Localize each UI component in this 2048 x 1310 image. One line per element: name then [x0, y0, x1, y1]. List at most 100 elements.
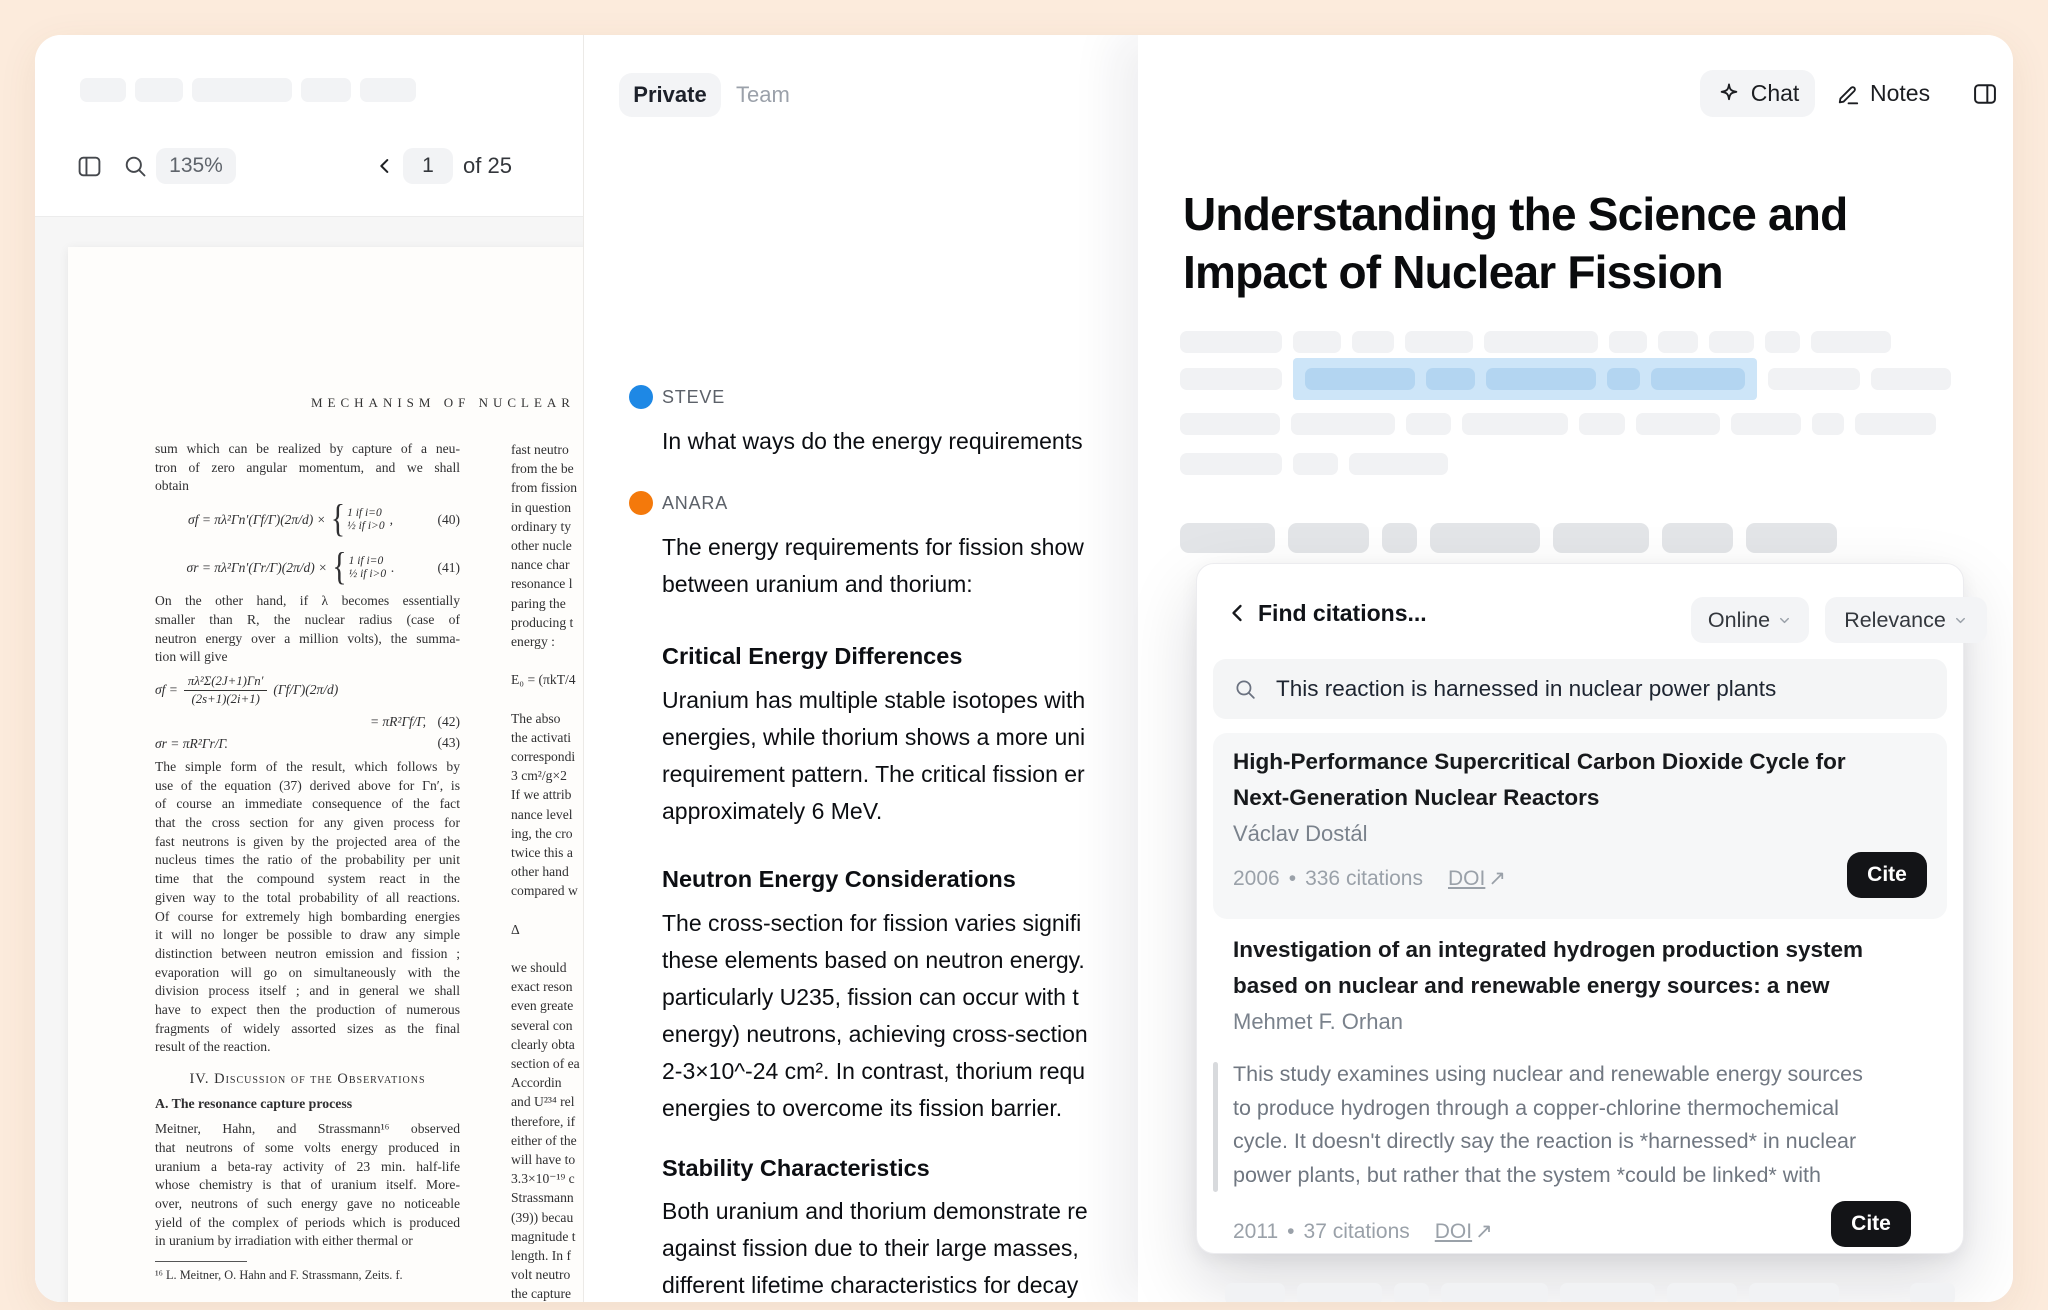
chat-section-body: Uranium has multiple stable isotopes wit… — [662, 682, 1139, 830]
citation-year: 2006 — [1233, 867, 1280, 891]
skeleton-pill — [1658, 331, 1698, 353]
highlighted-skeleton-pill — [1305, 368, 1415, 390]
quote-bar — [1213, 1062, 1218, 1192]
skeleton-pill — [1180, 368, 1282, 390]
citation-meta: 2006 • 336 citations DOI↗ — [1233, 866, 1506, 891]
skeleton-pill — [1609, 331, 1647, 353]
paper-paragraph: sum which can be realized by capture of … — [155, 440, 460, 496]
popup-back-button[interactable] — [1223, 598, 1253, 628]
skeleton-pill — [1180, 331, 1282, 353]
paper-equation-42-result: = πR²Γf/Γ, (42) — [155, 714, 460, 736]
paper-subsection-heading: A. The resonance capture process — [155, 1096, 460, 1112]
pdf-search-button[interactable] — [119, 150, 151, 182]
skeleton-pill — [1293, 453, 1338, 475]
notes-button[interactable]: Notes — [1835, 70, 1930, 117]
skeleton-pill — [1297, 1283, 1382, 1302]
skeleton-chip — [1180, 523, 1275, 553]
skeleton-pill — [80, 78, 126, 102]
skeleton-pill — [1910, 1283, 1955, 1302]
highlighted-skeleton-pill — [1426, 368, 1475, 390]
skeleton-pill — [1484, 331, 1598, 353]
page-number-value: 1 — [422, 154, 434, 178]
paper-page: MECHANISM OF NUCLEAR sum which can be re… — [68, 247, 583, 1302]
skeleton-pill — [1812, 413, 1844, 435]
prev-page-button[interactable] — [371, 152, 399, 180]
skeleton-pill — [1731, 413, 1801, 435]
chat-button-label: Chat — [1751, 80, 1800, 107]
paper-paragraph: The simple form of the result, which fol… — [155, 758, 460, 1057]
zoom-level-control[interactable]: 135% — [156, 148, 236, 184]
skeleton-pill — [1667, 1283, 1737, 1302]
page-number-input[interactable]: 1 — [403, 148, 453, 184]
highlighted-skeleton-pill — [1486, 368, 1596, 390]
zoom-level-value: 135% — [169, 154, 223, 178]
tab-team[interactable]: Team — [736, 73, 790, 117]
doc-skeleton-row — [1180, 368, 1951, 390]
assistant-avatar-dot — [629, 491, 653, 515]
skeleton-chip — [1553, 523, 1649, 553]
tab-private[interactable]: Private — [619, 73, 721, 117]
text-highlight[interactable] — [1293, 358, 1757, 400]
paper-paragraph: Meitner, Hahn, and Strassmann¹⁶ observed… — [155, 1120, 460, 1251]
skeleton-pill — [1636, 413, 1720, 435]
citation-author: Mehmet F. Orhan — [1233, 1004, 1933, 1040]
skeleton-chip — [1746, 523, 1837, 553]
source-filter-dropdown[interactable]: Online — [1691, 597, 1809, 643]
cite-button[interactable]: Cite — [1831, 1201, 1911, 1247]
citation-search-field[interactable] — [1213, 659, 1947, 719]
skeleton-pill — [135, 78, 183, 102]
doc-skeleton-row — [1910, 1283, 1955, 1302]
skeleton-pill — [360, 78, 416, 102]
skeleton-pill — [1352, 331, 1394, 353]
citation-title: Investigation of an integrated hydrogen … — [1233, 932, 1933, 968]
paper-equation-41: σr = πλ²Γn′(Γr/Γ)(2π/d) × { 1 if i=0½ if… — [155, 544, 460, 592]
pencil-icon — [1835, 81, 1861, 107]
citation-count: 37 citations — [1304, 1220, 1410, 1244]
external-link-icon: ↗ — [1488, 866, 1506, 891]
skeleton-pill — [1768, 368, 1860, 390]
doc-skeleton-row — [1225, 1283, 1839, 1302]
citation-author: Václav Dostál — [1233, 816, 1927, 852]
skeleton-pill — [1462, 413, 1568, 435]
sort-dropdown[interactable]: Relevance — [1825, 597, 1987, 643]
citation-title: High-Performance Supercritical Carbon Di… — [1233, 744, 1927, 780]
assistant-name-label: ANARA — [662, 493, 728, 514]
doi-link[interactable]: DOI — [1435, 1220, 1472, 1244]
skeleton-pill — [1349, 453, 1448, 475]
skeleton-pill — [1749, 1283, 1839, 1302]
paper-left-column: sum which can be realized by capture of … — [155, 440, 460, 1283]
doc-skeleton-row — [1180, 453, 1448, 475]
skeleton-pill — [1406, 413, 1451, 435]
chevron-left-icon — [374, 155, 396, 177]
dot-separator: • — [1289, 867, 1296, 891]
chat-section-heading: Critical Energy Differences — [662, 643, 962, 670]
citation-result-card[interactable]: High-Performance Supercritical Carbon Di… — [1213, 733, 1947, 919]
pdf-breadcrumb-skeleton — [80, 78, 416, 102]
chat-section-body: The cross-section for fission varies sig… — [662, 905, 1139, 1127]
document-panel: Chat Notes Understanding the Science and… — [1138, 35, 2013, 1302]
chat-button[interactable]: Chat — [1700, 70, 1815, 117]
citation-count: 336 citations — [1305, 867, 1423, 891]
chat-section-body: Both uranium and thorium demonstrate rea… — [662, 1193, 1139, 1302]
doi-link[interactable]: DOI — [1448, 867, 1485, 891]
cite-button[interactable]: Cite — [1847, 852, 1927, 898]
doc-skeleton-row — [1180, 331, 1891, 353]
chat-section-heading: Neutron Energy Considerations — [662, 866, 1016, 893]
pdf-viewer-area[interactable]: MECHANISM OF NUCLEAR sum which can be re… — [35, 217, 583, 1302]
chevron-down-icon — [1777, 613, 1792, 628]
citation-search-input[interactable] — [1274, 675, 1918, 703]
highlighted-skeleton-pill — [1607, 368, 1640, 390]
paper-running-head: MECHANISM OF NUCLEAR — [311, 395, 575, 411]
skeleton-pill — [1180, 453, 1282, 475]
chevron-down-icon — [1953, 613, 1968, 628]
notes-button-label: Notes — [1870, 80, 1930, 107]
skeleton-pill — [1579, 413, 1625, 435]
skeleton-chip — [1382, 523, 1417, 553]
skeleton-pill — [1765, 331, 1800, 353]
sidebar-toggle-button[interactable] — [73, 150, 105, 182]
citation-title: Next-Generation Nuclear Reactors — [1233, 780, 1927, 816]
skeleton-chip — [1288, 523, 1369, 553]
highlighted-skeleton-pill — [1651, 368, 1745, 390]
split-view-button[interactable] — [1968, 77, 2002, 111]
skeleton-pill — [1871, 368, 1951, 390]
